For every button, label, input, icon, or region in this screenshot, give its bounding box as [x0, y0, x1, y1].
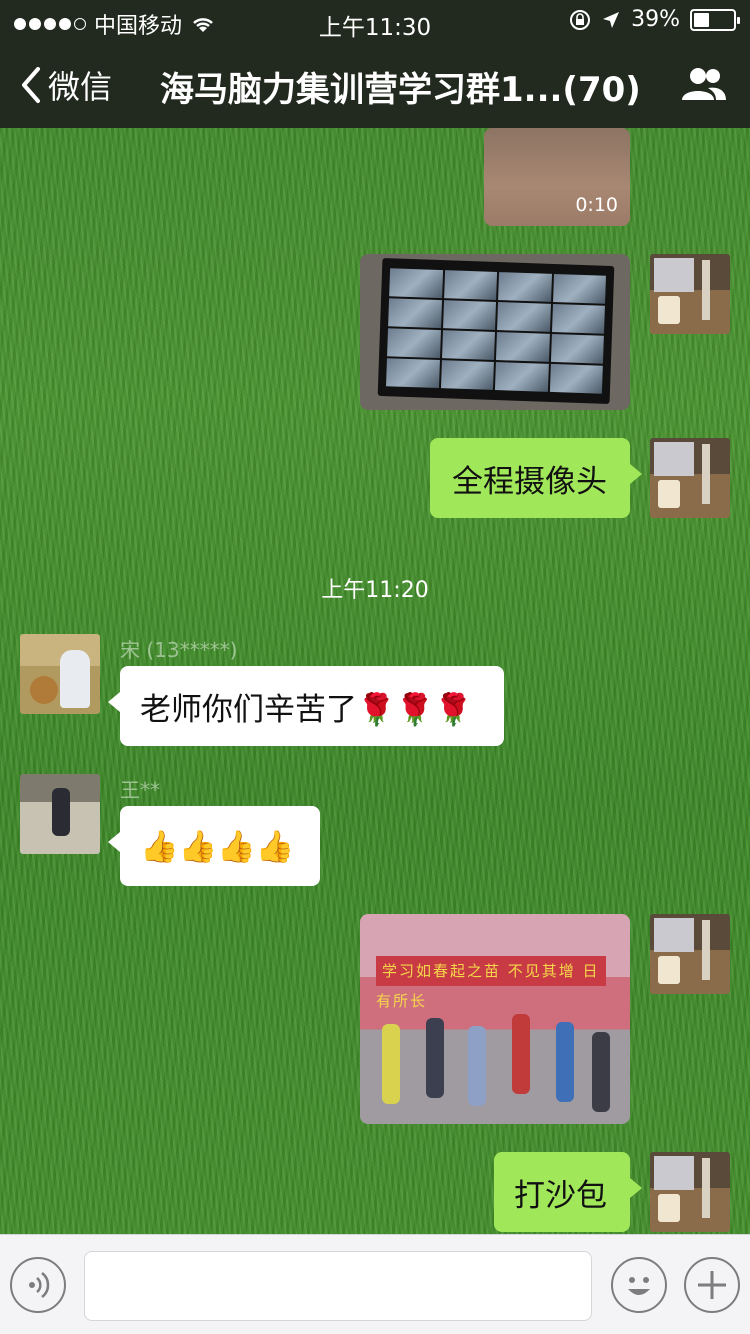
chat-title: 海马脑力集训营学习群1...(70) — [160, 70, 641, 110]
battery-percent: 39% — [631, 7, 680, 32]
plus-button[interactable] — [684, 1257, 740, 1313]
avatar[interactable] — [650, 438, 730, 518]
input-bar — [0, 1234, 750, 1334]
chat-bubble-received[interactable]: 👍👍👍👍 — [108, 806, 320, 886]
location-icon — [603, 11, 620, 28]
chat-timestamp: 上午11:20 — [321, 578, 429, 603]
yard-banner-text: 学习如春起之苗 不见其增 日有所长 — [376, 962, 600, 1010]
battery-icon — [690, 8, 740, 31]
status-bar: 中国移动 上午11:30 39% — [0, 0, 750, 41]
emoji-icon — [628, 1277, 650, 1295]
group-members-icon[interactable] — [680, 64, 728, 104]
voice-icon — [29, 1272, 50, 1298]
avatar[interactable] — [20, 774, 100, 854]
message-text: 打沙包 — [514, 1177, 607, 1214]
avatar[interactable] — [650, 914, 730, 994]
image-message-yard[interactable]: 学习如春起之苗 不见其增 日有所长 — [360, 914, 630, 1124]
avatar[interactable] — [650, 254, 730, 334]
emoji-button[interactable] — [611, 1257, 667, 1313]
video-duration: 0:10 — [575, 194, 618, 216]
avatar[interactable] — [650, 1152, 730, 1232]
back-label: 微信 — [48, 68, 113, 106]
video-message[interactable]: 0:10 — [484, 128, 630, 226]
yard-banner: 学习如春起之苗 不见其增 日有所长 — [376, 956, 606, 1010]
chat-bubble-sent[interactable]: 打沙包 — [494, 1152, 642, 1232]
message-text: 全程摄像头 — [452, 463, 607, 500]
nav-bar: 微信 海马脑力集训营学习群1...(70) — [0, 48, 750, 122]
chat-bubble-sent[interactable]: 全程摄像头 — [430, 438, 642, 518]
status-right: 39% — [569, 7, 740, 32]
message-text: 👍👍👍👍 — [140, 828, 295, 865]
battery-fill — [694, 12, 709, 27]
voice-button[interactable] — [10, 1257, 66, 1313]
back-button[interactable]: 微信 — [18, 62, 112, 108]
top-bar: 中国移动 上午11:30 39% 微信 海马脑力集训营学习群1...(70) — [0, 0, 750, 128]
chat-bubble-received[interactable]: 老师你们辛苦了🌹🌹🌹 — [108, 666, 504, 746]
avatar[interactable] — [20, 634, 100, 714]
message-text: 老师你们辛苦了🌹🌹🌹 — [140, 691, 473, 728]
sender-name: 宋 (13*****) — [120, 638, 238, 662]
image-message-monitor[interactable] — [360, 254, 630, 410]
plus-icon — [698, 1271, 726, 1299]
sender-name: 王** — [120, 778, 160, 802]
back-chevron-icon — [22, 67, 40, 103]
lock-rotation-icon — [570, 9, 591, 30]
message-input[interactable] — [84, 1251, 592, 1321]
